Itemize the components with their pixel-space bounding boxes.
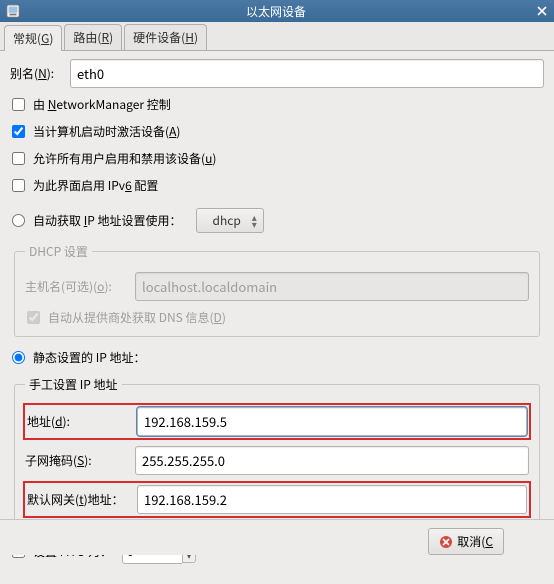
allow-checkbox[interactable]: [12, 152, 25, 165]
static-ip-radio-row[interactable]: 静态设置的 IP 地址：: [10, 349, 544, 366]
netmask-label: 子网掩码(S):: [25, 452, 135, 469]
alias-row: 别名(N):: [10, 59, 544, 88]
netmask-input[interactable]: [135, 446, 529, 475]
auto-ip-radio[interactable]: [12, 214, 25, 227]
auto-ip-radio-row[interactable]: 自动获取 IP 地址设置使用： dhcp ▴▾: [10, 208, 544, 233]
ipv6-label: 为此界面启用 IPv6 配置: [33, 177, 158, 194]
tabs: 常规(G) 路由(R) 硬件设备(H): [0, 22, 554, 51]
chevron-updown-icon: ▴▾: [252, 213, 257, 227]
window-title: 以太网设备: [20, 3, 532, 20]
dhcp-host-label: 主机名(可选)(o):: [25, 278, 135, 295]
static-ip-radio[interactable]: [12, 351, 25, 364]
ipv6-checkbox-row[interactable]: 为此界面启用 IPv6 配置: [10, 177, 544, 194]
dhcp-settings-group: DHCP 设置 主机名(可选)(o): 自动从提供商处获取 DNS 信息(D): [14, 243, 540, 337]
dhcp-legend: DHCP 设置: [25, 243, 92, 260]
manual-ip-group: 手工设置 IP 地址 地址(d): 子网掩码(S): 默认网关(t)地址：: [14, 376, 540, 527]
gateway-label: 默认网关(t)地址：: [27, 491, 137, 508]
alias-label: 别名(N):: [10, 65, 70, 82]
tab-general[interactable]: 常规(G): [4, 25, 62, 51]
nm-checkbox[interactable]: [12, 98, 25, 111]
dhcp-host-input: [135, 272, 529, 301]
activate-checkbox[interactable]: [12, 125, 25, 138]
manual-ip-legend: 手工设置 IP 地址: [25, 376, 122, 393]
cancel-button[interactable]: 取消(C: [428, 528, 504, 555]
window-close-button[interactable]: [532, 1, 552, 21]
tab-panel-general: 别名(N): 由 NetworkManager 控制 当计算机启动时激活设备(A…: [0, 51, 554, 584]
activate-label: 当计算机启动时激活设备(A): [33, 123, 180, 140]
activate-checkbox-row[interactable]: 当计算机启动时激活设备(A): [10, 123, 544, 140]
ipv6-checkbox[interactable]: [12, 179, 25, 192]
tab-hardware[interactable]: 硬件设备(H): [124, 24, 207, 50]
dhcp-protocol-value: dhcp: [213, 212, 241, 229]
tab-route[interactable]: 路由(R): [64, 24, 122, 50]
close-icon: [537, 6, 547, 16]
address-input[interactable]: [137, 407, 527, 436]
alias-input[interactable]: [70, 59, 544, 88]
address-label: 地址(d):: [27, 413, 137, 430]
app-icon: [6, 4, 20, 18]
dialog-footer: 取消(C: [0, 519, 554, 555]
dhcp-protocol-select[interactable]: dhcp ▴▾: [196, 208, 264, 233]
static-ip-label: 静态设置的 IP 地址：: [33, 349, 146, 366]
titlebar: 以太网设备: [0, 0, 554, 22]
allow-checkbox-row[interactable]: 允许所有用户启用和禁用该设备(u): [10, 150, 544, 167]
cancel-icon: [439, 535, 453, 549]
nm-label: 由 NetworkManager 控制: [33, 96, 171, 113]
dhcp-autodns-checkbox: [27, 311, 40, 324]
auto-ip-label: 自动获取 IP 地址设置使用：: [33, 212, 182, 229]
allow-label: 允许所有用户启用和禁用该设备(u): [33, 150, 216, 167]
nm-checkbox-row[interactable]: 由 NetworkManager 控制: [10, 96, 544, 113]
gateway-input[interactable]: [137, 485, 527, 514]
dhcp-autodns-label: 自动从提供商处获取 DNS 信息(D): [48, 309, 226, 326]
cancel-label: 取消(C: [457, 533, 493, 550]
